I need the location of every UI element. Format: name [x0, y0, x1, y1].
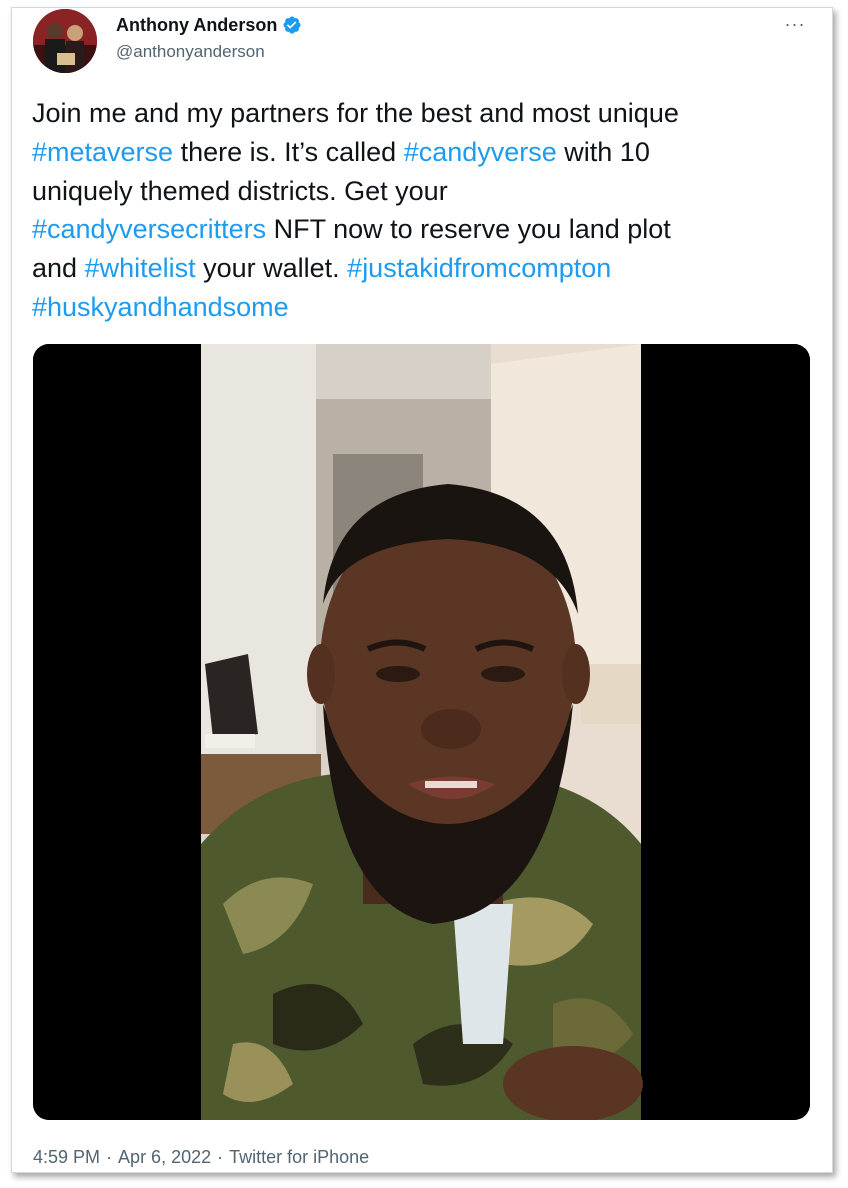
tweet-card: Anthony Anderson @anthonyanderson ··· Jo… [11, 7, 833, 1173]
tweet-text: Join me and my partners for the best and… [32, 94, 822, 327]
tweet-text-line: uniquely themed districts. Get your [32, 172, 822, 211]
tweet-date[interactable]: Apr 6, 2022 [118, 1147, 211, 1167]
tweet-text-line: #metaverse there is. It’s called #candyv… [32, 133, 822, 172]
tweet-text-line: #candyversecritters NFT now to reserve y… [32, 210, 822, 249]
tweet-text-line: #huskyandhandsome [32, 288, 822, 327]
tweet-metadata: 4:59 PM · Apr 6, 2022 · Twitter for iPhone [33, 1146, 369, 1168]
meta-separator: · [217, 1146, 224, 1167]
tweet-text-line: Join me and my partners for the best and… [32, 94, 822, 133]
hashtag-link[interactable]: #huskyandhandsome [32, 292, 289, 322]
hashtag-link[interactable]: #candyverse [404, 137, 557, 167]
video-thumbnail [33, 344, 810, 1120]
tweet-time[interactable]: 4:59 PM [33, 1147, 100, 1167]
hashtag-link[interactable]: #metaverse [32, 137, 173, 167]
tweet-video[interactable] [33, 344, 810, 1120]
tweet-text-segment: uniquely themed districts. Get your [32, 175, 448, 206]
verified-badge-icon [282, 15, 302, 35]
more-options-button[interactable]: ··· [780, 12, 810, 36]
author-name-row: Anthony Anderson [116, 13, 302, 37]
hashtag-link[interactable]: #whitelist [85, 253, 196, 283]
tweet-text-segment: Join me and my partners for the best and… [32, 98, 679, 128]
tweet-text-line: and #whitelist your wallet. #justakidfro… [32, 249, 822, 288]
hashtag-link[interactable]: #candyversecritters [32, 214, 266, 244]
display-name[interactable]: Anthony Anderson [116, 15, 277, 36]
tweet-source[interactable]: Twitter for iPhone [229, 1147, 369, 1167]
tweet-text-segment: there is. It’s called [173, 136, 404, 167]
avatar[interactable] [33, 9, 97, 73]
meta-separator: · [106, 1146, 113, 1167]
tweet-text-segment: your wallet. [195, 253, 348, 284]
author-handle[interactable]: @anthonyanderson [116, 42, 265, 62]
more-options-icon: ··· [784, 13, 806, 34]
tweet-text-segment: with 10 [556, 136, 650, 167]
tweet-text-segment: and [32, 253, 85, 284]
tweet-text-segment: NFT now to reserve you land plot [266, 214, 671, 245]
hashtag-link[interactable]: #justakidfromcompton [347, 253, 611, 283]
